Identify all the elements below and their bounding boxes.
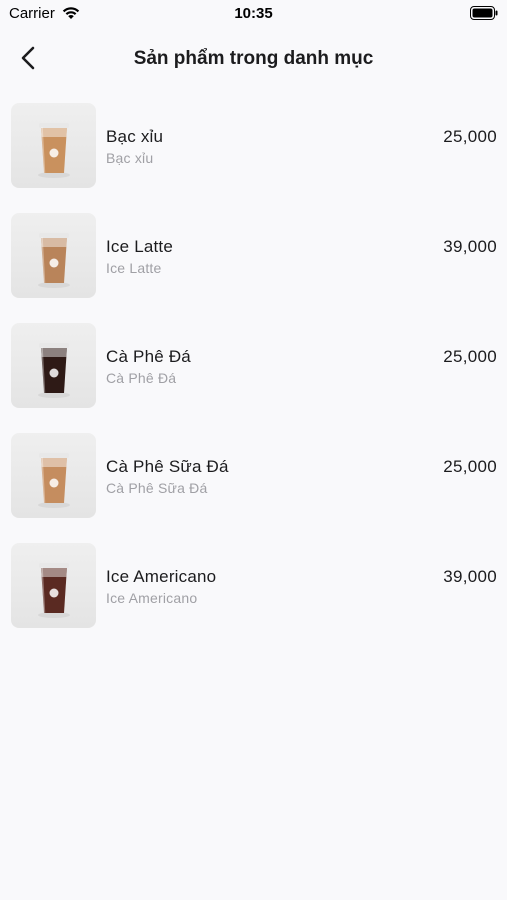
product-image xyxy=(11,323,96,408)
product-name: Bạc xỉu xyxy=(106,127,164,146)
product-row[interactable]: Cà Phê Đá Cà Phê Đá 25,000 xyxy=(0,323,507,433)
product-price: 25,000 xyxy=(443,347,497,366)
product-name: Cà Phê Sữa Đá xyxy=(106,457,229,476)
product-row[interactable]: Ice Latte Ice Latte 39,000 xyxy=(0,213,507,323)
product-subtitle: Ice Americano xyxy=(106,590,198,606)
product-row[interactable]: Ice Americano Ice Americano 39,000 xyxy=(0,543,507,653)
product-name: Ice Americano xyxy=(106,567,217,586)
battery-icon xyxy=(470,6,498,20)
screen: Carrier 10:35 Sản phẩm trong danh mục Bạ… xyxy=(0,0,507,900)
product-price: 25,000 xyxy=(443,127,497,146)
product-subtitle: Bạc xỉu xyxy=(106,150,154,166)
product-subtitle: Cà Phê Sữa Đá xyxy=(106,480,208,496)
product-image xyxy=(11,103,96,188)
product-subtitle: Ice Latte xyxy=(106,260,162,276)
product-name: Cà Phê Đá xyxy=(106,347,191,366)
product-row[interactable]: Cà Phê Sữa Đá Cà Phê Sữa Đá 25,000 xyxy=(0,433,507,543)
product-subtitle: Cà Phê Đá xyxy=(106,370,177,386)
product-image xyxy=(11,213,96,298)
product-row[interactable]: Bạc xỉu Bạc xỉu 25,000 xyxy=(0,103,507,213)
page-title: Sản phẩm trong danh mục xyxy=(133,48,374,69)
product-price: 39,000 xyxy=(443,567,497,586)
clock: 10:35 xyxy=(234,5,273,22)
nav-bar: Sản phẩm trong danh mục xyxy=(0,36,507,84)
product-image xyxy=(11,543,96,628)
product-price: 25,000 xyxy=(443,457,497,476)
product-name: Ice Latte xyxy=(106,237,174,256)
status-bar: Carrier 10:35 xyxy=(0,0,507,30)
product-image xyxy=(11,433,96,518)
product-list: Bạc xỉu Bạc xỉu 25,000 Ice Latte Ice Latte 39… xyxy=(0,103,507,653)
product-price: 39,000 xyxy=(443,237,497,256)
